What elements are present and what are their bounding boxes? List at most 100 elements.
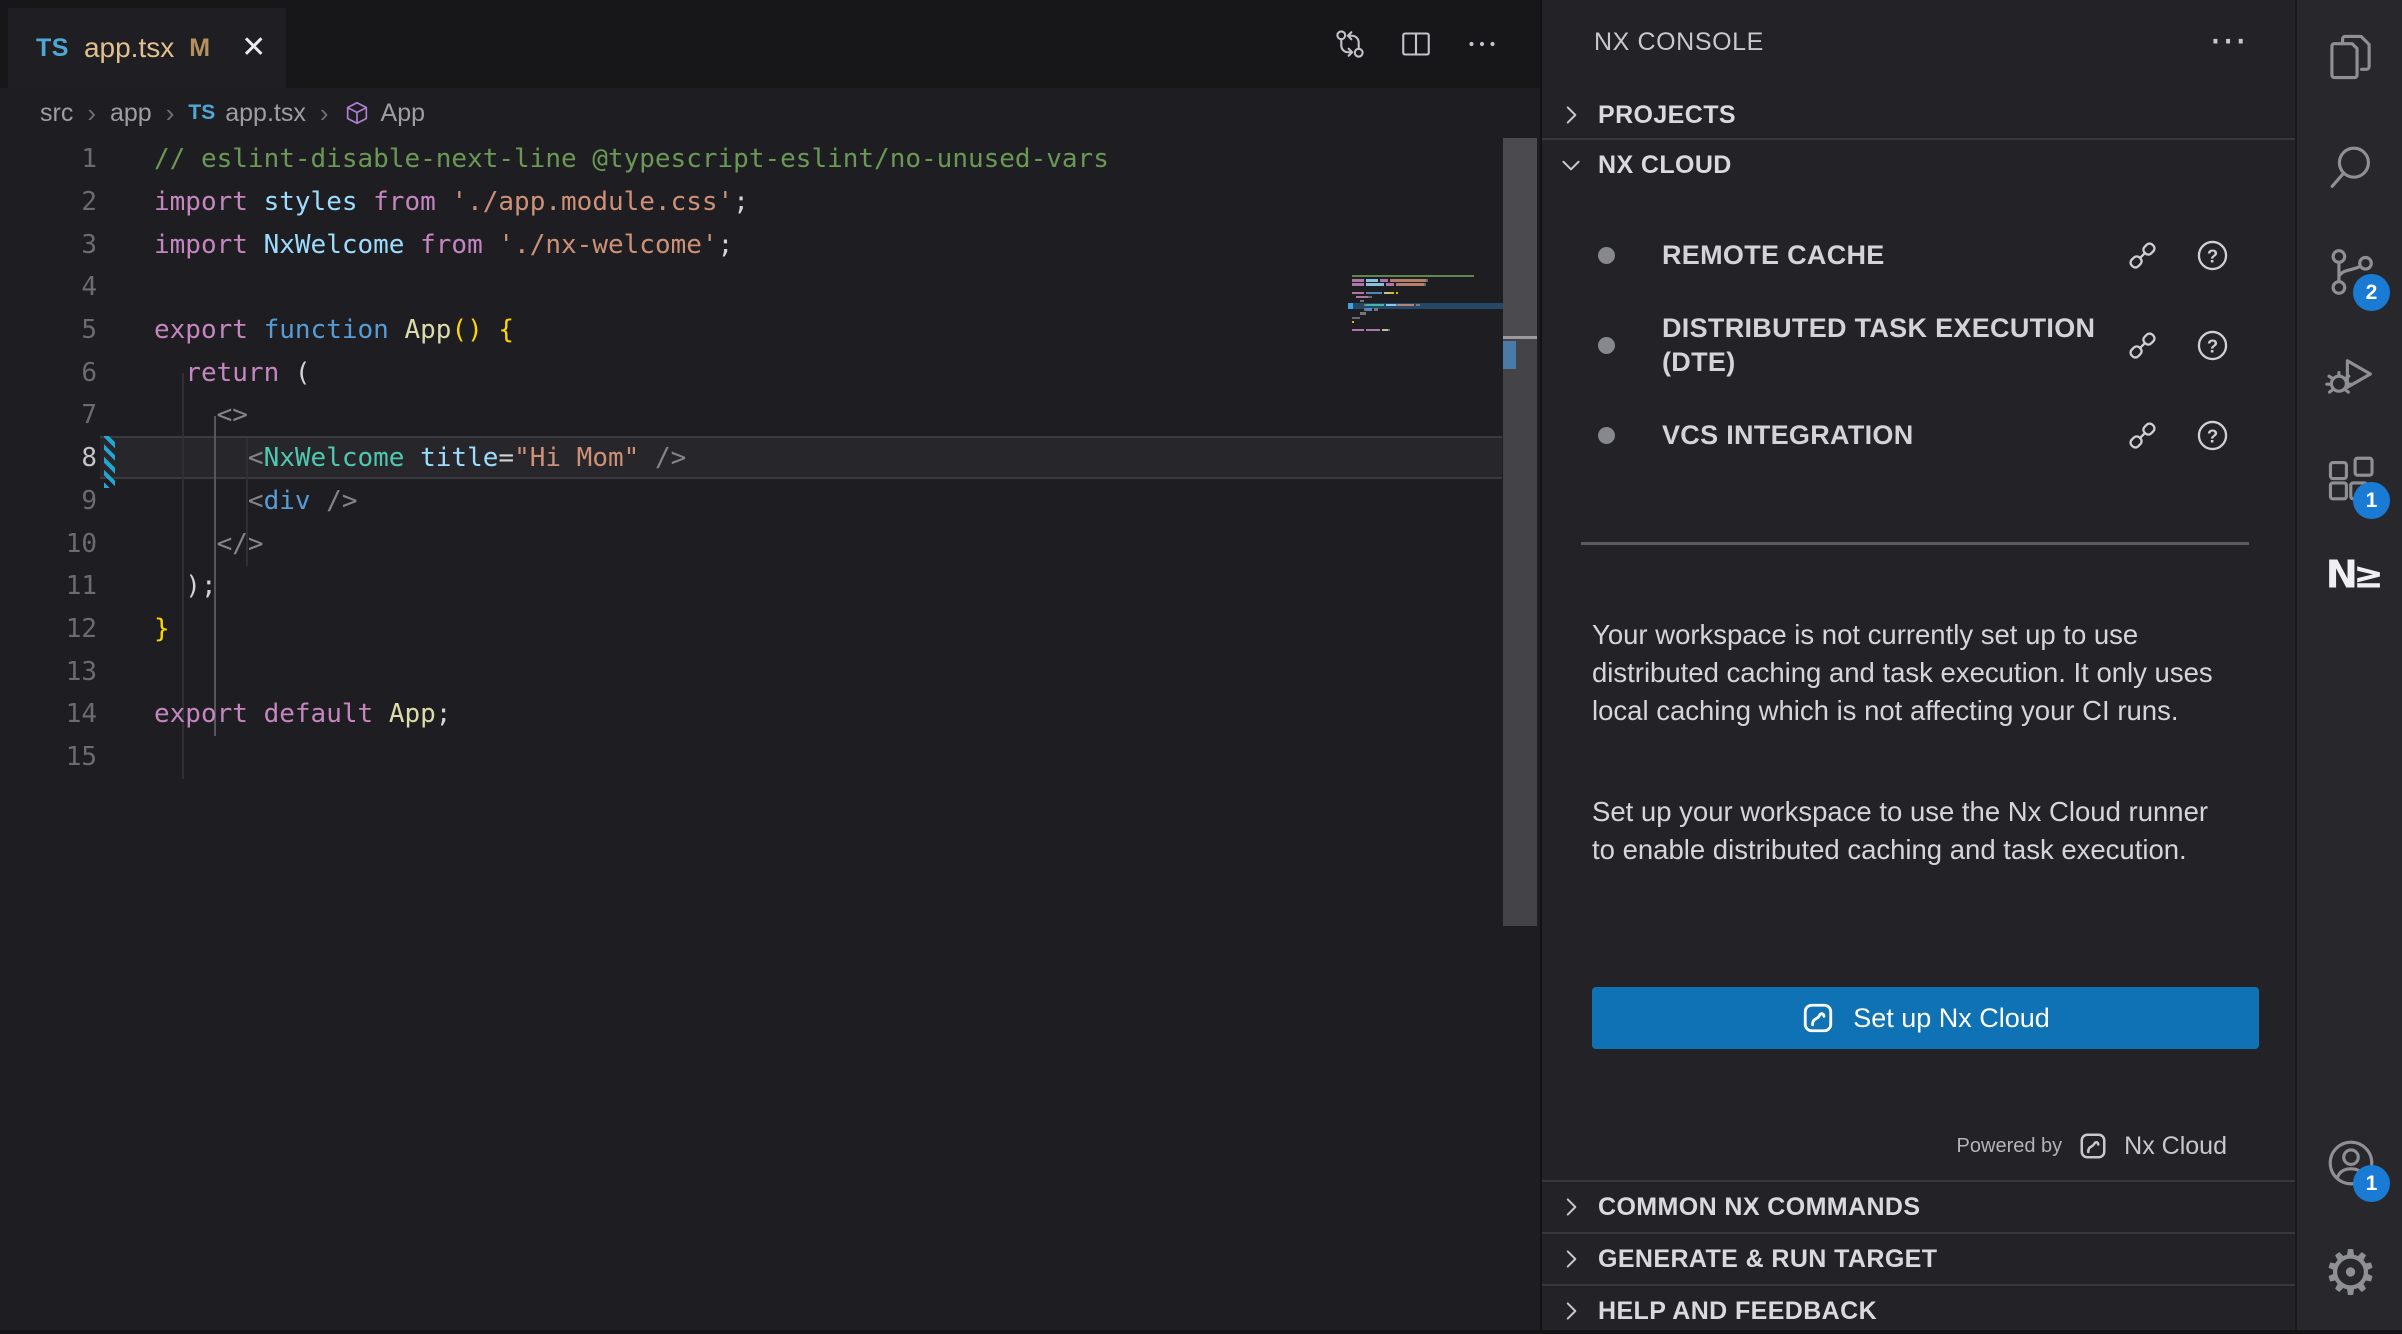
activity-item-run-debug[interactable]: [2297, 326, 2402, 422]
section-help-and-feedback[interactable]: HELP AND FEEDBACK: [1542, 1288, 2295, 1334]
status-dot: [1598, 247, 1615, 264]
nx-cloud-item-distributed-task-execution-dte[interactable]: DISTRIBUTED TASK EXECUTION (DTE)?: [1542, 300, 2295, 390]
status-dot: [1598, 337, 1615, 354]
line-number: 4: [0, 272, 97, 302]
section-label: PROJECTS: [1598, 101, 1736, 130]
breadcrumb-label: App: [381, 99, 425, 128]
setup-button-label: Set up Nx Cloud: [1853, 1003, 2050, 1034]
breadcrumb-item-app[interactable]: app: [110, 99, 152, 128]
chevron-down-icon: [1558, 152, 1584, 178]
code-lines: 1 // eslint-disable-next-line @typescript…: [0, 138, 1540, 778]
split-editor-icon[interactable]: [1398, 26, 1434, 62]
tab-app-tsx[interactable]: TS app.tsx M ✕: [8, 8, 286, 88]
breadcrumb-item-app-tsx[interactable]: TSapp.tsx: [188, 99, 305, 128]
minimap-line: [1352, 292, 1398, 294]
minimap-line: [1352, 275, 1474, 277]
divider: [1542, 1180, 2295, 1182]
code-line-3: 3import NxWelcome from './nx-welcome';: [0, 223, 1540, 266]
line-content: export default App;: [154, 699, 451, 729]
activity-item-nx-console[interactable]: N≥: [2297, 526, 2402, 622]
nx-logo-icon: N≥: [2322, 545, 2380, 603]
divider: [1542, 1284, 2295, 1286]
minimap-line: [1352, 329, 1390, 331]
badge: 2: [2353, 274, 2390, 311]
editor-region: TS app.tsx M ✕ src›app›TSapp.tsx›App 1//…: [0, 0, 1540, 1330]
open-changes-icon[interactable]: [1332, 26, 1368, 62]
more-actions-icon[interactable]: [1464, 26, 1500, 62]
code-line-8: 8 <NxWelcome title="Hi Mom" />: [0, 437, 1540, 480]
section-label: NX CLOUD: [1598, 151, 1732, 180]
help-icon[interactable]: ?: [2194, 237, 2231, 274]
activity-item-explorer[interactable]: [2297, 9, 2402, 105]
close-icon[interactable]: ✕: [241, 33, 266, 63]
svg-text:?: ?: [2207, 245, 2218, 266]
panel-title: NX CONSOLE: [1594, 28, 1764, 57]
line-number: 10: [0, 529, 97, 559]
code-line-1: 1 // eslint-disable-next-line @typescript…: [0, 138, 1540, 181]
item-actions: ?: [2124, 237, 2231, 274]
powered-by: Powered by Nx Cloud: [1957, 1124, 2227, 1168]
setup-hint-text: Set up your workspace to use the Nx Clou…: [1592, 793, 2236, 869]
line-number: 1: [0, 144, 97, 174]
breadcrumb-item-src[interactable]: src: [40, 99, 73, 128]
section-nx-cloud[interactable]: NX CLOUD: [1542, 142, 2295, 188]
svg-text:?: ?: [2207, 425, 2218, 446]
code-line-5: 5export function App() {: [0, 309, 1540, 352]
more-actions-icon[interactable]: ⋯: [2209, 18, 2247, 63]
help-icon[interactable]: ?: [2194, 327, 2231, 364]
minimap-line: [1352, 279, 1428, 281]
activity-item-source-control[interactable]: 2: [2297, 224, 2402, 320]
help-icon[interactable]: ?: [2194, 417, 2231, 454]
activity-item-extensions[interactable]: 1: [2297, 432, 2402, 528]
minimap-line: [1352, 296, 1372, 298]
code-editor[interactable]: 1 // eslint-disable-next-line @typescript…: [0, 138, 1540, 1330]
nx-cloud-item-vcs-integration[interactable]: VCS INTEGRATION?: [1542, 390, 2295, 480]
minimap-line: [1352, 312, 1366, 314]
nx-console-panel: NX CONSOLE ⋯ PROJECTS NX CLOUD REMOTE CA…: [1540, 0, 2295, 1330]
minimap-line: [1352, 317, 1360, 319]
line-number: 14: [0, 699, 97, 729]
breadcrumb-item-app[interactable]: App: [343, 99, 425, 128]
divider: [1581, 542, 2249, 545]
powered-by-label: Powered by: [1957, 1135, 2063, 1158]
minimap-line: [1352, 321, 1354, 323]
activity-item-settings[interactable]: ⚙: [2297, 1225, 2402, 1321]
connect-icon[interactable]: [2124, 327, 2161, 364]
item-label: VCS INTEGRATION: [1662, 418, 2102, 452]
typescript-file-icon: TS: [188, 101, 215, 125]
divider: [1542, 138, 2295, 140]
section-label: COMMON NX COMMANDS: [1598, 1193, 1920, 1222]
scrollbar[interactable]: [1503, 138, 1537, 926]
section-projects[interactable]: PROJECTS: [1542, 92, 2295, 138]
minimap[interactable]: [1348, 275, 1503, 355]
search-icon: [2322, 139, 2380, 197]
line-number: 13: [0, 657, 97, 687]
activity-item-account[interactable]: 1: [2297, 1115, 2402, 1211]
editor-actions: [1332, 0, 1500, 88]
code-line-13: 13: [0, 650, 1540, 693]
setup-nx-cloud-button[interactable]: Set up Nx Cloud: [1592, 987, 2259, 1049]
status-dot: [1598, 427, 1615, 444]
line-content: // eslint-disable-next-line @typescript-…: [154, 144, 1109, 174]
brand-label: Nx Cloud: [2124, 1132, 2227, 1161]
code-line-10: 10 </>: [0, 522, 1540, 565]
connect-icon[interactable]: [2124, 417, 2161, 454]
line-number: 15: [0, 742, 97, 772]
connect-icon[interactable]: [2124, 237, 2161, 274]
line-content: <div />: [154, 486, 358, 516]
symbol-cube-icon: [343, 99, 371, 127]
line-content: </>: [154, 529, 264, 559]
line-number: 12: [0, 614, 97, 644]
line-content: export function App() {: [154, 315, 514, 345]
nx-cloud-item-remote-cache[interactable]: REMOTE CACHE?: [1542, 210, 2295, 300]
code-line-12: 12}: [0, 608, 1540, 651]
code-line-6: 6 return (: [0, 351, 1540, 394]
item-actions: ?: [2124, 327, 2231, 364]
settings-gear-icon: ⚙: [2323, 1242, 2379, 1304]
line-content: );: [154, 571, 217, 601]
divider: [1542, 1232, 2295, 1234]
section-generate-run-target[interactable]: GENERATE & RUN TARGET: [1542, 1236, 2295, 1282]
section-common-nx-commands[interactable]: COMMON NX COMMANDS: [1542, 1184, 2295, 1230]
chevron-right-icon: [1558, 1194, 1584, 1220]
activity-item-search[interactable]: [2297, 120, 2402, 216]
